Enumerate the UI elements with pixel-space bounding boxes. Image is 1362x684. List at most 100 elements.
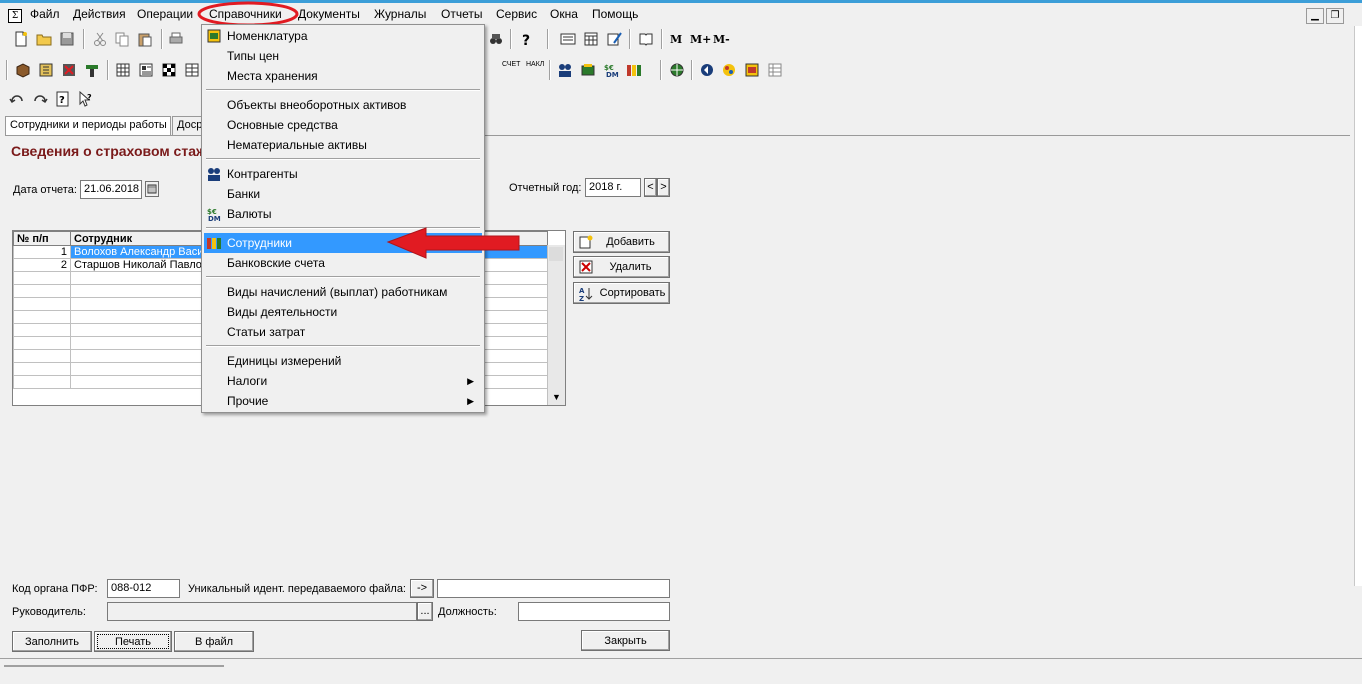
scroll-down-icon[interactable]: ▼ [552, 392, 561, 402]
checker-icon[interactable] [161, 62, 177, 78]
menu-windows[interactable]: Окна [550, 7, 578, 21]
book-icon[interactable] [638, 31, 654, 47]
menu-journals[interactable]: Журналы [374, 7, 426, 21]
delete-button-label: Удалить [609, 261, 652, 273]
color-palette-icon[interactable] [721, 62, 737, 78]
grid-scrollbar[interactable]: ▼ [547, 245, 565, 405]
toolbar-separator [161, 29, 163, 49]
memory-minus-button[interactable]: M- [713, 33, 730, 46]
bank-icon[interactable] [580, 62, 596, 78]
status-bar [0, 658, 1362, 684]
menu-item-label: Статьи затрат [227, 325, 306, 339]
add-button-label: Добавить [606, 236, 655, 248]
add-button[interactable]: Добавить [573, 231, 670, 253]
ledger-icon[interactable] [38, 62, 54, 78]
sort-button[interactable]: AZ Сортировать [573, 282, 670, 304]
report-year-field[interactable]: 2018 г. [585, 178, 641, 197]
invoice-report-button[interactable]: СЧЕТ [502, 61, 520, 69]
menu-file[interactable]: Файл [30, 7, 60, 21]
fill-button[interactable]: Заполнить [12, 631, 92, 652]
counterparties-icon[interactable] [557, 62, 573, 78]
menu-service[interactable]: Сервис [496, 7, 537, 21]
menu-item-currencies[interactable]: $€ DM Валюты [204, 204, 482, 224]
tab-early-retirement[interactable]: Досрочн [172, 116, 203, 136]
calendar-picker-icon[interactable] [145, 181, 159, 197]
print-button[interactable]: Печать [94, 631, 172, 652]
minimize-button[interactable]: ▁ [1306, 8, 1324, 24]
help-question-icon[interactable]: ? [518, 31, 534, 47]
tax-document-icon[interactable] [744, 62, 760, 78]
menu-item-activity-types[interactable]: Виды деятельности [204, 302, 482, 322]
help-document-icon[interactable]: ? [55, 91, 71, 107]
context-help-icon[interactable]: ? [78, 91, 94, 107]
undo-arrow-icon[interactable] [9, 91, 25, 107]
pfr-code-field[interactable]: 088-012 [107, 579, 180, 598]
save-icon[interactable] [59, 31, 75, 47]
currency-icon[interactable]: $€DM [603, 62, 619, 78]
memory-m-button[interactable]: M [670, 33, 682, 46]
grid-report-icon[interactable] [184, 62, 200, 78]
cancel-document-icon[interactable] [61, 62, 77, 78]
column-header-number[interactable]: № п/п [13, 231, 71, 246]
print-icon[interactable] [168, 31, 184, 47]
calculator-icon[interactable] [560, 31, 576, 47]
waybill-report-button[interactable]: НАКЛ [526, 61, 544, 69]
row-number: 2 [13, 258, 71, 272]
menu-item-non-current-assets[interactable]: Объекты внеоборотных активов [204, 95, 482, 115]
close-button[interactable]: Закрыть [581, 630, 670, 651]
svg-text:DM: DM [606, 71, 619, 78]
app-icon[interactable]: Σ [8, 9, 22, 23]
menu-documents[interactable]: Документы [298, 7, 360, 21]
menu-item-banks[interactable]: Банки [204, 184, 482, 204]
head-browse-button[interactable]: ... [417, 602, 433, 621]
export-icon[interactable] [699, 62, 715, 78]
file-id-generate-button[interactable]: -> [410, 579, 434, 598]
open-folder-icon[interactable] [36, 31, 52, 47]
restore-button[interactable]: ❐ [1326, 8, 1344, 24]
menu-item-intangible-assets[interactable]: Нематериальные активы [204, 135, 482, 155]
menu-item-accrual-types[interactable]: Виды начислений (выплат) работникам [204, 282, 482, 302]
tools-icon[interactable] [84, 62, 100, 78]
menu-item-price-types[interactable]: Типы цен [204, 46, 482, 66]
cut-icon[interactable] [92, 31, 108, 47]
menu-item-taxes[interactable]: Налоги ▶ [204, 371, 482, 391]
binoculars-icon[interactable] [488, 31, 504, 47]
table-grid-icon[interactable] [115, 62, 131, 78]
globe-icon[interactable] [669, 62, 685, 78]
menu-item-nomenclature[interactable]: Номенклатура [204, 26, 482, 46]
year-next-button[interactable]: > [657, 178, 670, 197]
spreadsheet-icon[interactable] [767, 62, 783, 78]
menu-item-other[interactable]: Прочие ▶ [204, 391, 482, 411]
menu-item-units[interactable]: Единицы измерений [204, 351, 482, 371]
menu-item-fixed-assets[interactable]: Основные средства [204, 115, 482, 135]
report-date-field[interactable]: 21.06.2018 [80, 180, 142, 199]
file-id-field[interactable] [437, 579, 670, 598]
svg-text:DM: DM [208, 215, 221, 221]
menu-item-label: Контрагенты [227, 167, 298, 181]
new-document-icon[interactable] [13, 31, 29, 47]
menu-help[interactable]: Помощь [592, 7, 638, 21]
window-scrollbar[interactable] [1354, 26, 1362, 586]
copy-icon[interactable] [114, 31, 130, 47]
menu-reports[interactable]: Отчеты [441, 7, 482, 21]
memory-plus-button[interactable]: M+ [690, 33, 711, 46]
position-field[interactable] [518, 602, 670, 621]
head-field[interactable] [107, 602, 417, 621]
box-stock-icon[interactable] [15, 62, 31, 78]
report-sheet-icon[interactable] [138, 62, 154, 78]
tab-employees-periods[interactable]: Сотрудники и периоды работы [5, 116, 171, 136]
notepad-pen-icon[interactable] [606, 31, 622, 47]
calendar-icon[interactable] [583, 31, 599, 47]
employees-icon[interactable] [626, 62, 642, 78]
menu-actions[interactable]: Действия [73, 7, 126, 21]
menu-operations[interactable]: Операции [137, 7, 193, 21]
menu-item-cost-items[interactable]: Статьи затрат [204, 322, 482, 342]
scroll-thumb[interactable] [549, 247, 563, 261]
year-prev-button[interactable]: < [644, 178, 657, 197]
delete-button[interactable]: Удалить [573, 256, 670, 278]
redo-arrow-icon[interactable] [32, 91, 48, 107]
to-file-button[interactable]: В файл [174, 631, 254, 652]
menu-item-counterparties[interactable]: Контрагенты [204, 164, 482, 184]
menu-item-storage-locations[interactable]: Места хранения [204, 66, 482, 86]
paste-icon[interactable] [137, 31, 153, 47]
